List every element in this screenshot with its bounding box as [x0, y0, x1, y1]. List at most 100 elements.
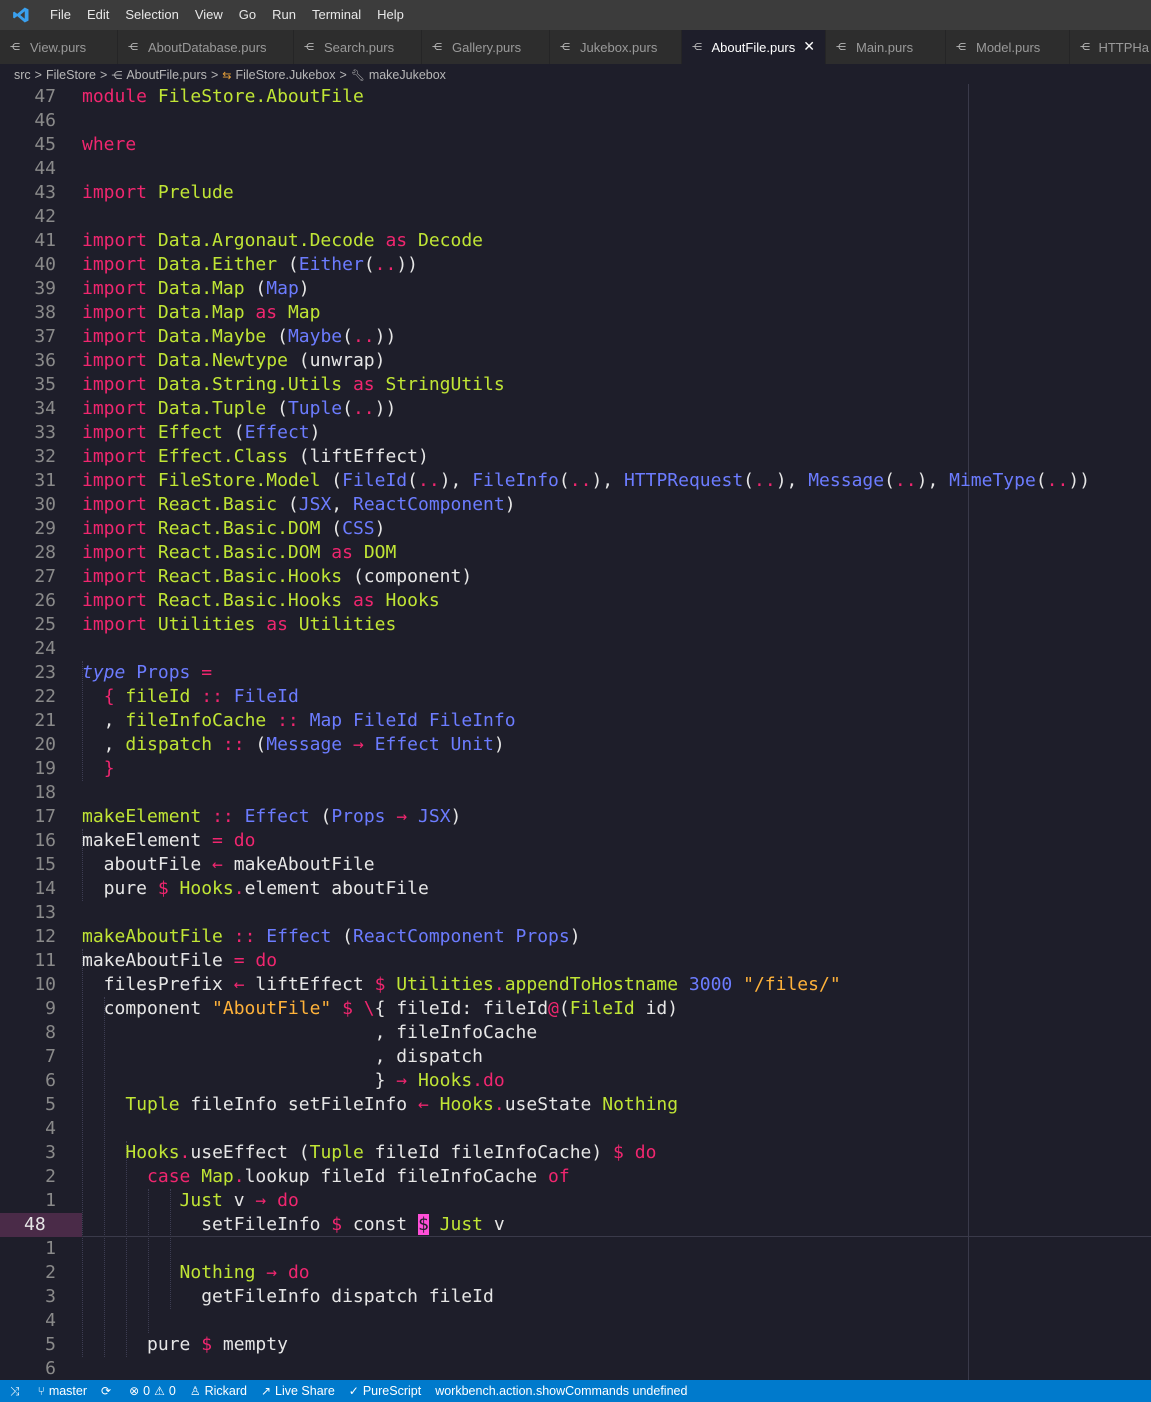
tab-main-purs[interactable]: ⋲ Main.purs — [826, 30, 946, 64]
tab-view-purs[interactable]: ⋲ View.purs — [0, 30, 118, 64]
code-line[interactable]: 18 — [0, 781, 1151, 805]
close-icon[interactable]: ✕ — [803, 39, 815, 55]
code-line[interactable]: 2 case Map.lookup fileId fileInfoCache o… — [0, 1165, 1151, 1189]
line-number: 39 — [34, 278, 56, 299]
menu-file[interactable]: File — [42, 0, 79, 30]
branch-button[interactable]: ⑂ master — [38, 1384, 87, 1398]
line-number: 40 — [34, 254, 56, 275]
code-line[interactable]: 2 Nothing → do — [0, 1261, 1151, 1285]
code-line[interactable]: 5 Tuple fileInfo setFileInfo ← Hooks.use… — [0, 1093, 1151, 1117]
tab-aboutfile-purs[interactable]: ⋲ AboutFile.purs ✕ — [682, 30, 826, 64]
warning-count: 0 — [168, 1384, 176, 1398]
live-share-button[interactable]: ↗ Live Share — [261, 1384, 335, 1398]
code-line[interactable]: 6 — [0, 1357, 1151, 1380]
line-number: 14 — [34, 878, 56, 899]
code-line[interactable]: 9 component "AboutFile" $ \{ fileId: fil… — [0, 997, 1151, 1021]
code-line[interactable]: 39 import Data.Map (Map) — [0, 277, 1151, 301]
code-line[interactable]: 14 pure $ Hooks.element aboutFile — [0, 877, 1151, 901]
code-line[interactable]: 37 import Data.Maybe (Maybe(..)) — [0, 325, 1151, 349]
code-line[interactable]: 43 import Prelude — [0, 181, 1151, 205]
tab-aboutdatabase-purs[interactable]: ⋲ AboutDatabase.purs — [118, 30, 294, 64]
code-line[interactable]: 26 import React.Basic.Hooks as Hooks — [0, 589, 1151, 613]
code-line[interactable]: 36 import Data.Newtype (unwrap) — [0, 349, 1151, 373]
language-status-button[interactable]: ✓ PureScript — [349, 1384, 421, 1398]
breadcrumb-folder[interactable]: FileStore — [46, 68, 96, 82]
tab-gallery-purs[interactable]: ⋲ Gallery.purs — [422, 30, 550, 64]
line-code: getFileInfo dispatch fileId — [82, 1286, 494, 1307]
code-line[interactable]: 40 import Data.Either (Either(..)) — [0, 253, 1151, 277]
code-line[interactable]: 8 , fileInfoCache — [0, 1021, 1151, 1045]
line-code: , dispatch — [82, 1046, 483, 1067]
breadcrumb-module[interactable]: FileStore.Jukebox — [235, 68, 335, 82]
line-code: import React.Basic (JSX, ReactComponent) — [82, 494, 516, 515]
code-line[interactable]: 47 module FileStore.AboutFile — [0, 85, 1151, 109]
tab-label: HTTPHa — [1098, 39, 1149, 55]
code-editor[interactable]: 47 module FileStore.AboutFile 46 45 where 44 4… — [0, 84, 1151, 1380]
line-code: makeAboutFile :: Effect (ReactComponent … — [82, 926, 581, 947]
line-code: } — [103, 758, 115, 779]
breadcrumb-symbol[interactable]: makeJukebox — [369, 68, 446, 82]
code-line[interactable]: 38 import Data.Map as Map — [0, 301, 1151, 325]
remote-button[interactable]: ⤨ — [10, 1384, 24, 1399]
line-code: Tuple fileInfo setFileInfo ← Hooks.useSt… — [125, 1094, 679, 1115]
code-line[interactable]: 31 import FileStore.Model (FileId(..), Fi… — [0, 469, 1151, 493]
code-line[interactable]: 24 — [0, 637, 1151, 661]
code-line[interactable]: 5 pure $ mempty — [0, 1333, 1151, 1357]
code-line[interactable]: 42 — [0, 205, 1151, 229]
code-line[interactable]: 29 import React.Basic.DOM (CSS) — [0, 517, 1151, 541]
problems-button[interactable]: ⊗ 0 ⚠ 0 — [129, 1384, 176, 1398]
code-line[interactable]: 28 import React.Basic.DOM as DOM — [0, 541, 1151, 565]
menu-view[interactable]: View — [187, 0, 231, 30]
tab-model-purs[interactable]: ⋲ Model.purs — [946, 30, 1070, 64]
breadcrumb-file[interactable]: AboutFile.purs — [126, 68, 207, 82]
menu-help[interactable]: Help — [369, 0, 412, 30]
code-line[interactable]: 12 makeAboutFile :: Effect (ReactComponen… — [0, 925, 1151, 949]
code-line[interactable]: 20 , dispatch :: (Message → Effect Unit) — [0, 733, 1151, 757]
code-line[interactable]: 19 } — [0, 757, 1151, 781]
tab-jukebox-purs[interactable]: ⋲ Jukebox.purs — [550, 30, 682, 64]
menu-go[interactable]: Go — [231, 0, 264, 30]
code-line[interactable]: 34 import Data.Tuple (Tuple(..)) — [0, 397, 1151, 421]
menu-run[interactable]: Run — [264, 0, 304, 30]
line-number: 44 — [34, 158, 56, 179]
code-line[interactable]: 15 aboutFile ← makeAboutFile — [0, 853, 1151, 877]
code-line[interactable]: 22 { fileId :: FileId — [0, 685, 1151, 709]
code-line[interactable]: 25 import Utilities as Utilities — [0, 613, 1151, 637]
code-line[interactable]: 16 makeElement = do — [0, 829, 1151, 853]
code-line[interactable]: 44 — [0, 157, 1151, 181]
tab-label: View.purs — [30, 39, 87, 55]
code-line[interactable]: 46 — [0, 109, 1151, 133]
code-line[interactable]: 30 import React.Basic (JSX, ReactComponen… — [0, 493, 1151, 517]
tab-httpha[interactable]: ⋲ HTTPHa — [1070, 30, 1151, 64]
menu-edit[interactable]: Edit — [79, 0, 117, 30]
code-line[interactable]: 13 — [0, 901, 1151, 925]
code-line[interactable]: 41 import Data.Argonaut.Decode as Decode — [0, 229, 1151, 253]
code-line[interactable]: 6 } → Hooks.do — [0, 1069, 1151, 1093]
code-line[interactable]: 32 import Effect.Class (liftEffect) — [0, 445, 1151, 469]
code-line[interactable]: 10 filesPrefix ← liftEffect $ Utilities.… — [0, 973, 1151, 997]
code-line[interactable]: 3 getFileInfo dispatch fileId — [0, 1285, 1151, 1309]
code-line[interactable]: 4 — [0, 1117, 1151, 1141]
menu-terminal[interactable]: Terminal — [304, 0, 369, 30]
tab-search-purs[interactable]: ⋲ Search.purs — [294, 30, 422, 64]
code-line[interactable]: 3 Hooks.useEffect (Tuple fileId fileInfo… — [0, 1141, 1151, 1165]
breadcrumb-src[interactable]: src — [14, 68, 31, 82]
vscode-logo-icon — [0, 0, 42, 30]
sync-button[interactable]: ⟳ — [101, 1384, 115, 1398]
code-line[interactable]: 35 import Data.String.Utils as StringUtil… — [0, 373, 1151, 397]
line-number: 43 — [34, 182, 56, 203]
code-line[interactable]: 21 , fileInfoCache :: Map FileId FileInf… — [0, 709, 1151, 733]
account-button[interactable]: ♙ Rickard — [190, 1384, 247, 1398]
code-line[interactable]: 23 type Props = — [0, 661, 1151, 685]
code-line[interactable]: 1 — [0, 1237, 1151, 1261]
menu-selection[interactable]: Selection — [117, 0, 186, 30]
code-line[interactable]: 11 makeAboutFile = do — [0, 949, 1151, 973]
code-line[interactable]: 1 Just v → do — [0, 1189, 1151, 1213]
code-line[interactable]: 17 makeElement :: Effect (Props → JSX) — [0, 805, 1151, 829]
current-code-line[interactable]: 48 setFileInfo $ const $ Just v — [0, 1213, 1151, 1237]
code-line[interactable]: 7 , dispatch — [0, 1045, 1151, 1069]
code-line[interactable]: 4 — [0, 1309, 1151, 1333]
code-line[interactable]: 45 where — [0, 133, 1151, 157]
code-line[interactable]: 27 import React.Basic.Hooks (component) — [0, 565, 1151, 589]
code-line[interactable]: 33 import Effect (Effect) — [0, 421, 1151, 445]
